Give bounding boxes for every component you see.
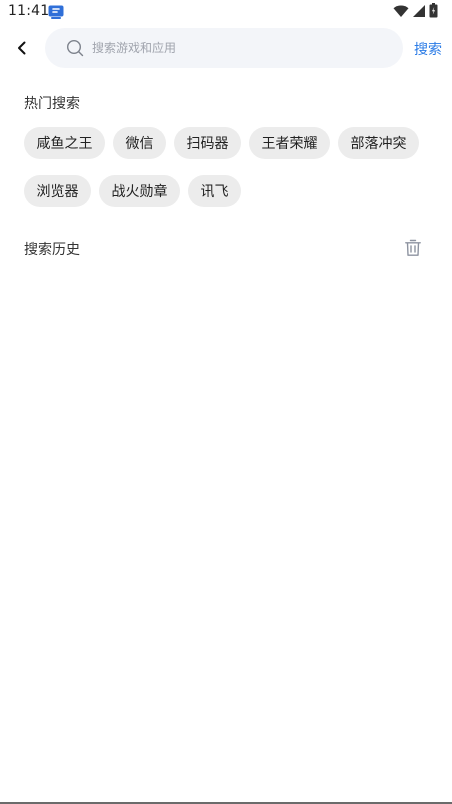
hot-search-tag[interactable]: 战火勋章 bbox=[99, 175, 180, 207]
back-button[interactable] bbox=[10, 36, 34, 60]
search-input[interactable] bbox=[92, 33, 382, 63]
wifi-icon bbox=[393, 3, 409, 22]
hot-search-tag[interactable]: 王者荣耀 bbox=[249, 127, 330, 159]
search-box[interactable] bbox=[45, 28, 403, 68]
search-history-title: 搜索历史 bbox=[24, 242, 80, 258]
hot-search-tag[interactable]: 扫码器 bbox=[174, 127, 241, 159]
hot-search-tag[interactable]: 微信 bbox=[113, 127, 166, 159]
search-header: 搜索 bbox=[0, 28, 452, 68]
status-bar: 11:41 bbox=[0, 0, 452, 24]
hot-search-tag[interactable]: 浏览器 bbox=[24, 175, 91, 207]
trash-icon bbox=[405, 239, 421, 256]
chevron-left-icon bbox=[18, 41, 26, 55]
battery-icon bbox=[429, 2, 438, 22]
notification-app-icon bbox=[48, 4, 64, 19]
clear-history-button[interactable] bbox=[403, 238, 423, 258]
signal-icon bbox=[412, 3, 426, 22]
hot-search-title: 热门搜索 bbox=[24, 96, 80, 112]
hot-search-tags: 咸鱼之王 微信 扫码器 王者荣耀 部落冲突 浏览器 战火勋章 讯飞 bbox=[24, 127, 434, 207]
status-time: 11:41 bbox=[8, 3, 50, 19]
hot-search-tag[interactable]: 部落冲突 bbox=[338, 127, 419, 159]
status-icons bbox=[393, 2, 438, 22]
hot-search-tag[interactable]: 咸鱼之王 bbox=[24, 127, 105, 159]
hot-search-tag[interactable]: 讯飞 bbox=[188, 175, 241, 207]
search-submit-button[interactable]: 搜索 bbox=[414, 39, 442, 59]
magnifier-icon bbox=[66, 39, 84, 57]
